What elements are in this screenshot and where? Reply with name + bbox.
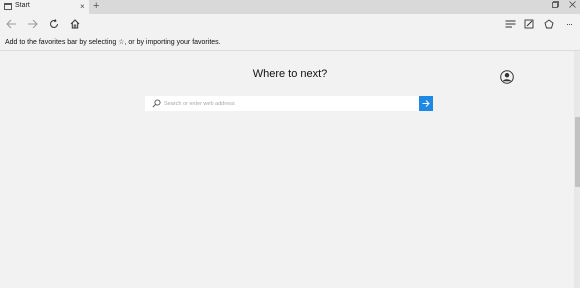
profile-button[interactable]: [500, 70, 514, 84]
back-arrow-icon: [5, 19, 16, 29]
new-tab-button[interactable]: +: [93, 0, 99, 13]
scrollbar-thumb[interactable]: [575, 117, 580, 187]
restore-icon: [552, 1, 559, 8]
person-icon: [500, 70, 514, 84]
page-title: Where to next?: [252, 68, 328, 80]
home-icon: [70, 19, 80, 29]
navigation-bar: ···: [0, 14, 580, 34]
search-icon: [152, 99, 161, 108]
restore-window-button[interactable]: [552, 1, 559, 12]
forward-arrow-icon: [27, 19, 38, 29]
web-note-icon: [524, 19, 534, 29]
tab-start[interactable]: Start ×: [0, 0, 89, 14]
vertical-scrollbar[interactable]: [574, 51, 580, 288]
close-icon: [569, 1, 576, 8]
forward-button[interactable]: [25, 17, 39, 31]
share-button[interactable]: [542, 17, 556, 31]
window-controls: [552, 1, 576, 12]
close-window-button[interactable]: [569, 1, 576, 12]
home-button[interactable]: [68, 17, 82, 31]
search-input[interactable]: [164, 98, 414, 109]
more-button[interactable]: ···: [562, 17, 576, 31]
tab-title: Start: [15, 2, 30, 9]
favorites-bar-hint: Add to the favorites bar by selecting ☆,…: [5, 39, 221, 46]
favorites-bar: Add to the favorites bar by selecting ☆,…: [0, 34, 580, 51]
search-box[interactable]: [145, 96, 419, 111]
page-icon: [4, 3, 12, 10]
start-page: Where to next?: [0, 51, 574, 288]
refresh-icon: [50, 19, 58, 28]
hub-button[interactable]: [503, 17, 517, 31]
refresh-button[interactable]: [47, 17, 61, 31]
go-button[interactable]: [419, 96, 433, 111]
hub-icon: [505, 20, 515, 27]
share-icon: [544, 19, 554, 29]
arrow-right-icon: [422, 100, 430, 107]
tab-strip: Start × +: [0, 0, 580, 14]
tab-close-button[interactable]: ×: [80, 1, 85, 12]
back-button[interactable]: [4, 17, 18, 31]
web-note-button[interactable]: [522, 17, 536, 31]
